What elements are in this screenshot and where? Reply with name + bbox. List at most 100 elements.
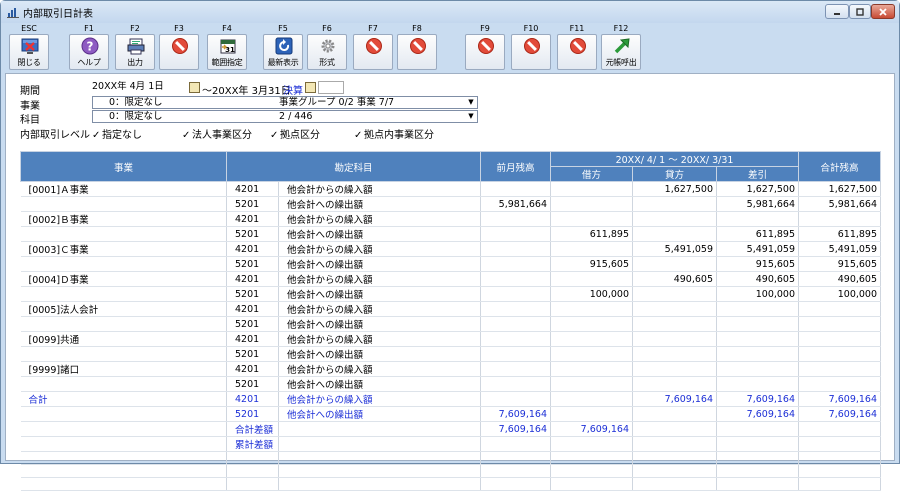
- table-row[interactable]: [0005]法人会計 4201 他会計からの繰入額: [20, 301, 882, 317]
- maximize-button[interactable]: [849, 4, 871, 19]
- table-row[interactable]: 5201 他会計への繰出額: [20, 376, 882, 392]
- cell-total: [798, 421, 882, 437]
- close-button[interactable]: [871, 4, 895, 19]
- minimize-button[interactable]: [825, 4, 849, 19]
- cell-credit: 490,605: [632, 271, 718, 287]
- cell-credit: [632, 361, 718, 377]
- toolbar-button-disabled[interactable]: [159, 34, 199, 70]
- fkey-label: F2: [130, 24, 140, 33]
- toolbar-button-disabled[interactable]: [511, 34, 551, 70]
- header-credit[interactable]: 貸方: [632, 166, 718, 182]
- cell-credit: [632, 406, 718, 422]
- cell-credit: [632, 477, 718, 491]
- table-row[interactable]: [0003]Ｃ事業 4201 他会計からの繰入額 5,491,059 5,491,059…: [20, 241, 882, 257]
- toolbar-button-f2[interactable]: 出力: [115, 34, 155, 70]
- table-row[interactable]: [0002]Ｂ事業 4201 他会計からの繰入額: [20, 211, 882, 227]
- cell-prev: [480, 241, 552, 257]
- toolbar-button-disabled[interactable]: [397, 34, 437, 70]
- table-row[interactable]: [0001]Ａ事業 4201 他会計からの繰入額 1,627,500 1,627,500…: [20, 181, 882, 197]
- toolbar-button-f12[interactable]: 元帳呼出: [601, 34, 641, 70]
- table-row[interactable]: [20, 464, 882, 478]
- header-total-balance[interactable]: 合計残高: [798, 151, 882, 182]
- cell-name: 他会計からの繰入額: [278, 361, 482, 377]
- cell-diff: [716, 211, 800, 227]
- cell-name: 他会計への繰出額: [278, 406, 482, 422]
- report-table: 事業 勘定科目 前月残高 20XX/ 4/ 1 ～ 20XX/ 3/31 合計残…: [20, 151, 882, 491]
- table-row[interactable]: [9999]諸口 4201 他会計からの繰入額: [20, 361, 882, 377]
- cell-name: 他会計からの繰入額: [278, 301, 482, 317]
- cell-code: 5201: [226, 406, 279, 422]
- checkmark-icon: ✓: [92, 130, 101, 141]
- table-row[interactable]: [20, 477, 882, 491]
- period-from-field[interactable]: 20XX年 4月 1日: [92, 81, 188, 94]
- fkey-f3: F3: [159, 23, 199, 71]
- fkey-label: F3: [174, 24, 184, 33]
- account-select[interactable]: 0：限定なし 2 / 446 ▼: [92, 110, 478, 123]
- app-icon: [7, 8, 19, 18]
- period-to-field[interactable]: 20XX年 3月31日: [212, 82, 291, 97]
- checkbox-site-division[interactable]: ✓ 拠点区分: [270, 126, 320, 141]
- cell-biz: [0005]法人会計: [20, 301, 227, 317]
- toolbar-button-f4[interactable]: 31 範囲指定: [207, 34, 247, 70]
- cell-debit: [550, 196, 634, 212]
- window-title: 内部取引日計表: [23, 9, 93, 20]
- toolbar-button-disabled[interactable]: [465, 34, 505, 70]
- toolbar-button-f6[interactable]: 形式: [307, 34, 347, 70]
- table-row[interactable]: 5201 他会計への繰出額 611,895 611,895 611,895: [20, 226, 882, 242]
- table-row[interactable]: 合計差額 7,609,164 7,609,164: [20, 421, 882, 437]
- table-row[interactable]: 5201 他会計への繰出額 5,981,664 5,981,664 5,981,664: [20, 196, 882, 212]
- checkmark-icon: ✓: [354, 130, 363, 141]
- cell-code: 合計差額: [226, 421, 279, 437]
- cell-total: 7,609,164: [798, 391, 882, 407]
- header-difference[interactable]: 差引: [716, 166, 800, 182]
- toolbar-button-esc[interactable]: 閉じる: [9, 34, 49, 70]
- table-row[interactable]: 5201 他会計への繰出額 915,605 915,605 915,605: [20, 256, 882, 272]
- cell-total: 490,605: [798, 271, 882, 287]
- table-row[interactable]: 5201 他会計への繰出額: [20, 316, 882, 332]
- business-select[interactable]: 0：限定なし 事業グループ 0/2 事業 7/7 ▼: [92, 96, 478, 109]
- table-row[interactable]: [20, 451, 882, 465]
- header-debit[interactable]: 借方: [550, 166, 634, 182]
- fkey-f4: F4 31 範囲指定: [207, 23, 247, 71]
- cell-debit: [550, 451, 634, 465]
- cell-biz: [20, 464, 227, 478]
- checkbox-site-internal-division[interactable]: ✓ 拠点内事業区分: [354, 126, 434, 141]
- checkbox-corporate-division[interactable]: ✓ 法人事業区分: [182, 126, 252, 141]
- period-from-calendar-icon[interactable]: [189, 82, 200, 93]
- cell-debit: [550, 271, 634, 287]
- header-prev-balance[interactable]: 前月残高: [480, 151, 552, 182]
- table-row[interactable]: 5201 他会計への繰出額 7,609,164 7,609,164 7,609,164: [20, 406, 882, 422]
- toolbar-button-label: ヘルプ: [77, 58, 101, 67]
- table-row[interactable]: 合計 4201 他会計からの繰入額 7,609,164 7,609,164 7,609,1…: [20, 391, 882, 407]
- toolbar-button-f1[interactable]: ? ヘルプ: [69, 34, 109, 70]
- cell-credit: [632, 211, 718, 227]
- cell-name: 他会計からの繰入額: [278, 181, 482, 197]
- table-row[interactable]: [0099]共通 4201 他会計からの繰入額: [20, 331, 882, 347]
- table-row[interactable]: 5201 他会計への繰出額 100,000 100,000 100,000: [20, 286, 882, 302]
- settle-box[interactable]: [318, 81, 344, 94]
- toolbar-button-f5[interactable]: 最新表示: [263, 34, 303, 70]
- cell-prev: [480, 477, 552, 491]
- period-to-calendar-icon[interactable]: [305, 82, 316, 93]
- cell-diff: [716, 361, 800, 377]
- header-business[interactable]: 事業: [20, 151, 227, 182]
- cell-diff: [716, 436, 800, 452]
- cell-diff: [716, 301, 800, 317]
- table-row[interactable]: [0004]Ｄ事業 4201 他会計からの繰入額 490,605 490,605 490,…: [20, 271, 882, 287]
- vertical-scrollbar[interactable]: [882, 151, 894, 460]
- cell-credit: 7,609,164: [632, 391, 718, 407]
- business-select-value: 0：限定なし: [109, 97, 163, 108]
- toolbar-button-label: 出力: [127, 58, 143, 67]
- cell-diff: [716, 316, 800, 332]
- toolbar-button-disabled[interactable]: [353, 34, 393, 70]
- cell-credit: [632, 301, 718, 317]
- toolbar-button-disabled[interactable]: [557, 34, 597, 70]
- table-row[interactable]: 累計差額: [20, 436, 882, 452]
- header-period: 20XX/ 4/ 1 ～ 20XX/ 3/31: [550, 151, 800, 167]
- disabled-icon: [365, 37, 383, 55]
- checkbox-no-spec[interactable]: ✓ 指定なし: [92, 126, 142, 141]
- table-row[interactable]: 5201 他会計への繰出額: [20, 346, 882, 362]
- cell-credit: [632, 451, 718, 465]
- toolbar-button-label: 範囲指定: [211, 58, 243, 67]
- header-account[interactable]: 勘定科目: [225, 151, 482, 182]
